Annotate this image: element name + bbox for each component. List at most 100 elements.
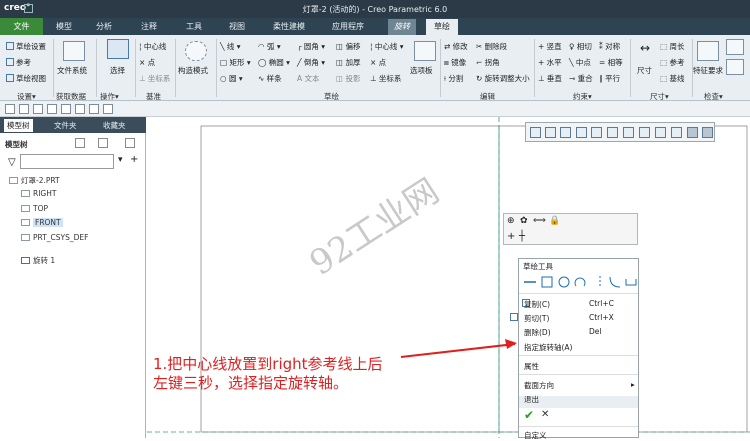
ellipse-button[interactable]: ◯ 椭圆 ▾	[258, 57, 290, 68]
mirror-icon[interactable]: ⟺	[533, 216, 546, 226]
tree-columns-icon[interactable]	[125, 138, 135, 148]
mirror-button[interactable]: ⧈ 镜像	[444, 57, 466, 68]
divide-button[interactable]: ⟊ 分割	[444, 73, 463, 84]
tab-analysis[interactable]: 分析	[96, 21, 112, 32]
centerline-button[interactable]: ¦ 中心线 ▾	[370, 41, 404, 52]
modify-button[interactable]: ⇄ 修改	[444, 41, 468, 52]
ok-check-icon[interactable]: ✔	[524, 408, 534, 422]
menu-item-section-orientation[interactable]: 截面方向	[524, 380, 554, 391]
tab-tools[interactable]: 工具	[186, 21, 202, 32]
close-window-icon[interactable]	[103, 104, 113, 114]
tree-settings-icon[interactable]	[75, 138, 85, 148]
circle-button[interactable]: ○ 圆 ▾	[220, 73, 243, 84]
tab-model[interactable]: 模型	[56, 21, 72, 32]
tab-annotate[interactable]: 注释	[141, 21, 157, 32]
redo-icon[interactable]	[61, 104, 71, 114]
sketch-setup-button[interactable]: 草绘设置	[6, 41, 46, 52]
cancel-icon[interactable]	[726, 59, 744, 75]
project-button[interactable]: ◫ 投影	[336, 73, 360, 84]
tree-show-icon[interactable]	[98, 138, 108, 148]
display-icon[interactable]: ✿	[520, 216, 528, 226]
construction-mode-icon[interactable]	[185, 41, 207, 61]
constraint-display-icon[interactable]	[702, 127, 713, 138]
perpendicular-constraint-button[interactable]: ⊥ 垂直	[538, 73, 562, 84]
reference-dim-button[interactable]: ⬚ 参考	[660, 57, 684, 68]
tab-file[interactable]: 文件	[0, 18, 43, 35]
filter-icon[interactable]: ▽	[8, 157, 16, 168]
tab-favorites[interactable]: 收藏夹	[100, 119, 129, 132]
line-button[interactable]: ╲ 线 ▾	[220, 41, 241, 52]
palette-button[interactable]: 选项板	[410, 65, 433, 76]
save-icon[interactable]	[33, 104, 43, 114]
add-column-icon[interactable]: +	[130, 154, 138, 165]
rotate-resize-button[interactable]: ↻ 旋转调整大小	[476, 73, 530, 84]
file-system-icon[interactable]	[63, 41, 85, 61]
menu-item-specify-axis[interactable]: 指定旋转轴(A)	[524, 342, 572, 353]
lock-icon[interactable]: 🔒	[549, 216, 560, 226]
delete-segment-button[interactable]: ✂ 删除段	[476, 41, 507, 52]
spin-icon[interactable]: ⊕	[507, 216, 515, 226]
datum-coord-button[interactable]: ⊥ 坐标系	[139, 73, 170, 84]
spline-button[interactable]: ∿ 样条	[258, 73, 282, 84]
tab-rotate[interactable]: 旋转	[388, 19, 416, 35]
file-system-button[interactable]: 文件系统	[57, 65, 87, 76]
tree-item-right[interactable]: RIGHT	[21, 189, 56, 198]
tab-folder-browser[interactable]: 文件夹	[51, 119, 80, 132]
datum-display-icon[interactable]	[639, 127, 650, 138]
menu-item-exit[interactable]: 退出	[524, 394, 539, 405]
datum-point-button[interactable]: × 点	[139, 57, 155, 68]
datum-centerline-button[interactable]: ¦ 中心线	[139, 41, 166, 52]
sketch-view-button[interactable]: 草绘视图	[6, 73, 46, 84]
menu-item-delete[interactable]: 删除(D)	[524, 327, 551, 338]
tab-view[interactable]: 视图	[229, 21, 245, 32]
cancel-x-icon[interactable]: ✕	[541, 409, 549, 420]
rectangle-button[interactable]: □ 矩形 ▾	[220, 57, 251, 68]
open-file-icon[interactable]	[19, 104, 29, 114]
feature-requirements-button[interactable]: 特征要求	[693, 65, 723, 76]
menu-item-customize[interactable]: 自定义	[524, 430, 547, 441]
cross-vertical-icon[interactable]: ┼	[519, 231, 525, 242]
refit-icon[interactable]	[560, 127, 571, 138]
display-style-icon[interactable]	[591, 127, 602, 138]
repaint-icon[interactable]	[576, 127, 587, 138]
text-button[interactable]: A 文本	[297, 73, 320, 84]
fillet-tool-icon[interactable]	[609, 276, 621, 288]
symmetric-constraint-button[interactable]: ⁑ 对称	[599, 41, 620, 52]
select-arrow-icon[interactable]	[107, 39, 129, 59]
zoom-in-icon[interactable]	[530, 127, 541, 138]
equal-constraint-button[interactable]: = 相等	[599, 57, 623, 68]
undo-icon[interactable]	[47, 104, 57, 114]
menu-item-properties[interactable]: 属性	[524, 361, 539, 372]
chamfer-button[interactable]: ╱ 倒角 ▾	[297, 57, 325, 68]
tab-flexible-modeling[interactable]: 柔性建模	[273, 21, 305, 32]
new-icon[interactable]	[24, 4, 33, 13]
tab-sketch[interactable]: 草绘	[426, 19, 458, 35]
sketcher-display-icon[interactable]	[687, 127, 698, 138]
saved-views-icon[interactable]	[607, 127, 618, 138]
parallel-constraint-button[interactable]: ∥ 平行	[599, 73, 620, 84]
coord-button[interactable]: ⊥ 坐标系	[370, 73, 401, 84]
spin-center-icon[interactable]	[655, 127, 666, 138]
circle-tool-icon[interactable]	[558, 276, 570, 288]
baseline-button[interactable]: ⬚ 基线	[660, 73, 684, 84]
windows-icon[interactable]	[89, 104, 99, 114]
zoom-out-icon[interactable]	[545, 127, 556, 138]
cross-icon[interactable]: +	[507, 231, 515, 242]
rect-tool-icon[interactable]	[541, 276, 553, 288]
tree-item-csys[interactable]: PRT_CSYS_DEF	[21, 233, 88, 242]
tab-model-tree[interactable]: 模型树	[4, 119, 33, 132]
corner-button[interactable]: ⌐ 拐角	[476, 57, 500, 68]
vertical-constraint-button[interactable]: + 竖直	[538, 41, 562, 52]
fillet-button[interactable]: ╭ 圆角 ▾	[297, 41, 325, 52]
thicken-button[interactable]: ◫ 加厚	[336, 57, 360, 68]
tree-search-input[interactable]	[20, 154, 114, 169]
point-button[interactable]: × 点	[370, 57, 386, 68]
offset-button[interactable]: ◫ 偏移	[336, 41, 360, 52]
menu-item-cut[interactable]: 剪切(T)	[524, 313, 549, 324]
tree-item-part[interactable]: 灯罩-2.PRT	[9, 175, 60, 186]
new-file-icon[interactable]	[5, 104, 15, 114]
tree-item-front[interactable]: FRONT	[21, 218, 63, 227]
search-options-icon[interactable]: ▾	[118, 155, 123, 165]
tree-item-top[interactable]: TOP	[21, 204, 48, 213]
construction-mode-button[interactable]: 构造模式	[178, 65, 208, 76]
